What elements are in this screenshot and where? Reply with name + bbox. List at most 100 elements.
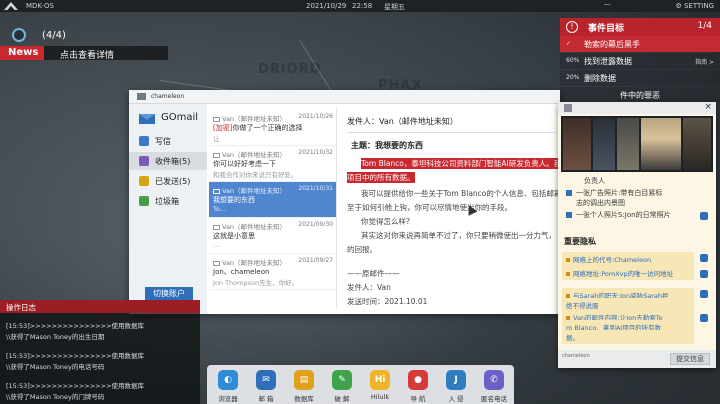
event-item[interactable]: 60% 找到泄露数据 指南 > [560,53,720,69]
mail-list-item[interactable]: Van（邮件地址未知） 2021/10/32 你可以好好考虑一下 和我合作对你来… [209,146,336,182]
reader-original-from: 发件人：Van [347,283,391,292]
dock-label: 邮 箱 [258,395,274,403]
hilulk-icon: Hi [370,370,390,390]
operation-log: 操作日志 [15:53]>>>>>>>>>>>>>>>使用数据库 \\获得了Ma… [0,300,200,404]
submit-info-button[interactable]: 提交信息 [670,353,710,365]
gomail-brand: GOmail [139,112,209,126]
reader-body-line: 的回报。 [347,245,377,254]
guide-link[interactable]: 指南 > [695,57,714,66]
mail-subject: 我想要的东西 [213,196,255,204]
dock-database[interactable]: ▤ 数据库 [287,368,321,403]
info-icon[interactable] [700,254,708,262]
gomail-sidebar: GOmail 写信 收件箱(5) 已发送(5) 垃圾箱 切换账户 [129,104,207,314]
mail-list-item[interactable]: Van（邮件地址未知） 2021/10/26 [加密]你做了一个正确的选择 让 [209,110,336,146]
nav-compose[interactable]: 写信 [129,132,207,150]
event-item[interactable]: 件中的罪恶 [560,87,720,103]
envelope-icon [139,114,155,124]
dock-navigation[interactable]: ● 导 航 [401,368,435,403]
trash-icon [139,196,149,206]
dock-label: 数据库 [294,395,314,403]
dock-hilulk[interactable]: Hi Hilulk [363,368,397,402]
checkbox-icon [566,212,572,218]
info-icon[interactable] [700,314,708,322]
event-item-progress: 20% [566,74,580,81]
log-line: \\获得了Mason Toney的门牌号码 [6,393,105,401]
progress-ring-icon [12,28,26,42]
operation-log-title: 操作日志 [0,300,200,313]
mail-subject: Jon、chameleon [213,268,270,276]
reader-body-line: 其实这对你来说再简单不过了，你只要稍微使出一分力气， [361,231,556,240]
mail-date: 2021/10/31 [298,185,333,192]
dossier-icon [564,104,572,112]
nav-trash[interactable]: 垃圾箱 [129,192,207,210]
mail-list-item[interactable]: Van（邮件地址未知） 2021/09/27 Jon、chameleon Jon… [209,254,336,290]
dock-mail[interactable]: ✉ 邮 箱 [249,368,283,403]
clue-item: 网络地址:PomXvp的唯一访问地址 [562,266,694,280]
portrait[interactable] [683,118,711,170]
reader-body-line: 我可以提供给你一些关于Tom Blanco的个人信息、包括邮箱 [361,189,560,198]
navigation-icon: ● [408,370,428,390]
dock-intrusion[interactable]: J 入 侵 [439,368,473,403]
reader-highlight: Tom Blanco，泰坦科技公司资料部门智能AI研发负责人。我 [361,158,560,169]
checkbox-icon [566,190,572,196]
divider [347,132,555,133]
log-line: [15:53]>>>>>>>>>>>>>>>使用数据库 [6,382,144,390]
browser-icon: ◐ [218,370,238,390]
portrait[interactable] [593,118,615,170]
gomail-window: chameleon GOmail 写信 收件箱(5) 已发送(5) 垃圾箱 切换… [129,90,560,314]
reader-original-time: 发送时间：2021.10.01 [347,297,428,306]
mail-subject: 这就是小意思 [213,232,255,240]
character-portraits [561,116,713,172]
os-logo-icon [4,2,18,10]
portrait[interactable] [617,118,639,170]
event-objectives-header[interactable]: ! 事件目标 1/4 [560,18,720,36]
news-bar[interactable]: News 点击查看详情 [0,46,168,61]
sent-icon [139,176,149,186]
switch-account-button[interactable]: 切换账户 [145,287,193,301]
event-item[interactable]: ✓ 勒索的幕后黑手 [560,36,720,52]
close-icon[interactable]: × [704,102,712,112]
mail-sender: Van（邮件地址未知） [213,149,286,159]
settings-button[interactable]: ⚙ SETTING [675,2,714,10]
mail-sender: Van（邮件地址未知） [213,113,286,123]
mail-icon [213,260,220,266]
mail-list: Van（邮件地址未知） 2021/10/26 [加密]你做了一个正确的选择 让 … [209,108,337,308]
dock-browser[interactable]: ◐ 浏览器 [211,368,245,403]
dossier-footer: chameleon 提交信息 [558,350,716,368]
mail-icon [213,116,220,122]
portrait-selected[interactable] [641,118,681,170]
nav-inbox[interactable]: 收件箱(5) [129,152,207,170]
character-dossier-panel: × 负责人 一张广告照片:带有白目紧标 志的调出内景图 一张个人照片S:Jon的… [558,102,716,368]
log-line: [15:53]>>>>>>>>>>>>>>>使用数据库 [6,322,144,330]
event-objectives-title: 事件目标 [588,24,625,34]
dossier-item: 一张个人照片S:Jon的日常照片 [566,210,671,220]
minimize-button[interactable]: — [604,0,611,8]
mail-sender: Van（邮件地址未知） [213,221,286,231]
dock-label: 入 侵 [448,395,464,403]
clue-item-cont: 据。 [562,330,694,344]
dock-anon-call[interactable]: ✆ 匿名电话 [477,368,511,403]
gomail-brand-name: GOmail [161,112,199,123]
dock-label: 破 解 [334,395,350,403]
intrusion-icon: J [446,370,466,390]
info-icon[interactable] [700,270,708,278]
event-item[interactable]: 20% 删除数据 [560,70,720,86]
dock-crack[interactable]: ✎ 破 解 [325,368,359,403]
mail-list-item-selected[interactable]: Van（邮件地址未知） 2021/10/31 我想要的东西 To... [209,182,336,218]
mail-sender: Van（邮件地址未知） [213,257,286,267]
mail-icon [213,188,220,194]
info-icon[interactable] [700,212,708,220]
user-icon [137,93,146,100]
mail-list-item[interactable]: Van（邮件地址未知） 2021/09/30 这就是小意思 ... [209,218,336,254]
mail-date: 2021/10/32 [298,149,333,156]
info-icon[interactable] [700,290,708,298]
dossier-section-title: 重要隐私 [564,237,596,246]
portrait[interactable] [563,118,591,170]
database-icon: ▤ [294,370,314,390]
mail-reader: 发件人：Van（邮件地址未知） 主题：我想要的东西 Tom Blanco，泰坦科… [339,108,560,308]
nav-sent[interactable]: 已发送(5) [129,172,207,190]
reader-highlight: 项目中的所有数据。 [347,172,415,183]
news-details-link[interactable]: 点击查看详情 [60,48,114,61]
bullet-icon [566,272,570,276]
gomail-titlebar[interactable]: chameleon [129,90,560,104]
